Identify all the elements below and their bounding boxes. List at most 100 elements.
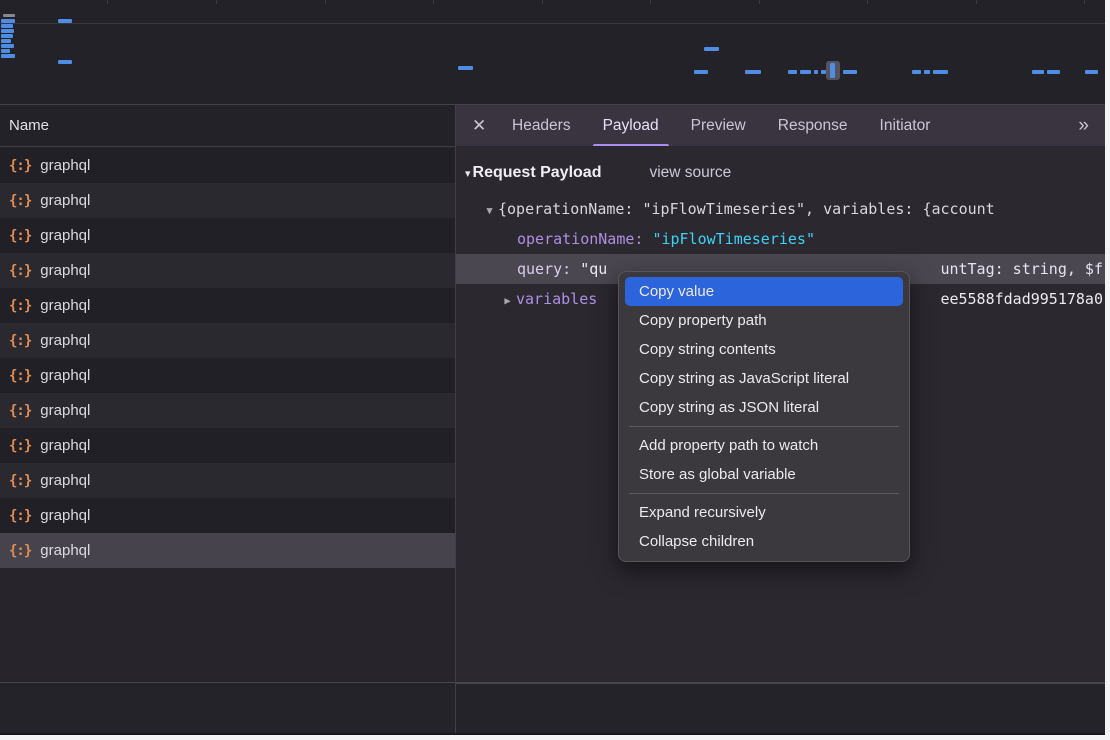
network-request-bar[interactable] — [1, 54, 15, 58]
network-request-bar[interactable] — [1, 34, 13, 38]
network-request-bar[interactable] — [3, 14, 15, 17]
network-request-bar[interactable] — [1, 49, 10, 53]
context-menu-item[interactable] — [629, 493, 899, 494]
network-request-bar[interactable] — [458, 66, 473, 70]
context-menu: Copy value Copy property path Copy strin… — [618, 271, 910, 562]
network-request-bar[interactable] — [814, 70, 818, 74]
section-title: Request Payload — [473, 164, 602, 182]
request-list: {:} graphql {:} graphql {:} graphql — [0, 148, 455, 568]
timeline-lane-divider — [0, 23, 1105, 24]
network-request-bar[interactable] — [1085, 70, 1098, 74]
network-request-bar[interactable] — [912, 70, 921, 74]
request-row[interactable]: {:} graphql — [0, 183, 455, 218]
context-menu-item-label: Copy string as JavaScript literal — [639, 370, 849, 387]
network-request-bar[interactable] — [694, 70, 708, 74]
network-request-bar[interactable] — [58, 60, 72, 64]
network-request-bar[interactable] — [704, 47, 719, 51]
request-payload-section-header[interactable]: ▾ Request Payload view source — [456, 147, 1105, 188]
request-row[interactable]: {:} graphql — [0, 218, 455, 253]
summary-text: {operationName: "ipFlowTimeseries", vari… — [498, 200, 995, 218]
timeline-gridline — [542, 0, 543, 4]
more-tabs-icon[interactable]: » — [1078, 115, 1087, 137]
json-key: variables — [516, 290, 597, 308]
request-row[interactable]: {:} graphql — [0, 393, 455, 428]
json-braces-icon: {:} — [9, 368, 31, 384]
json-braces-icon: {:} — [9, 158, 31, 174]
details-tabs: Headers Payload Preview Response — [512, 105, 1078, 146]
details-footer-area — [456, 683, 1105, 735]
request-row[interactable]: {:} graphql — [0, 288, 455, 323]
section-collapse-icon[interactable]: ▾ — [465, 167, 471, 180]
context-menu-item-label: Expand recursively — [639, 504, 766, 521]
network-main-area: Name {:} graphql {:} graphql {:} — [0, 104, 1105, 735]
json-braces-icon: {:} — [9, 403, 31, 419]
json-key: operationName: — [517, 230, 643, 248]
request-name: graphql — [40, 332, 90, 349]
context-menu-item[interactable]: Store as global variable — [619, 460, 909, 489]
variables-preview-tail: ee5588fdad995178a0 — [940, 284, 1103, 314]
request-name: graphql — [40, 367, 90, 384]
context-menu-item[interactable]: Copy string as JSON literal — [619, 393, 909, 422]
context-menu-item-label: Copy string contents — [639, 341, 776, 358]
request-name: graphql — [40, 542, 90, 559]
request-name: graphql — [40, 157, 90, 174]
request-row[interactable]: {:} graphql — [0, 148, 455, 183]
context-menu-item[interactable]: Expand recursively — [619, 498, 909, 527]
detail-tab[interactable]: Response — [778, 105, 848, 146]
collapsed-arrow-icon[interactable]: ▶ — [499, 286, 516, 314]
request-row[interactable]: {:} graphql — [0, 428, 455, 463]
request-name: graphql — [40, 227, 90, 244]
network-request-bar[interactable] — [58, 19, 72, 23]
timeline-gridline — [433, 0, 434, 4]
json-string-value: "ipFlowTimeseries" — [652, 230, 815, 248]
request-row[interactable]: {:} graphql — [0, 533, 455, 568]
network-overview-timeline[interactable] — [0, 0, 1105, 104]
detail-tab-label: Headers — [512, 117, 571, 135]
network-request-bar[interactable] — [924, 70, 930, 74]
context-menu-item-label: Collapse children — [639, 533, 754, 550]
context-menu-item[interactable] — [629, 426, 899, 427]
detail-tab[interactable]: Payload — [603, 105, 659, 146]
context-menu-item[interactable]: Copy string contents — [619, 335, 909, 364]
context-menu-item[interactable]: Add property path to watch — [619, 431, 909, 460]
column-header-name[interactable]: Name — [0, 105, 455, 147]
network-request-bar[interactable] — [1, 19, 15, 23]
network-request-bar[interactable] — [933, 70, 948, 74]
network-request-bar[interactable] — [1032, 70, 1044, 74]
request-row[interactable]: {:} graphql — [0, 323, 455, 358]
detail-tab[interactable]: Headers — [512, 105, 571, 146]
network-request-bar[interactable] — [1, 44, 14, 48]
context-menu-item[interactable]: Collapse children — [619, 527, 909, 556]
request-row[interactable]: {:} graphql — [0, 358, 455, 393]
request-row[interactable]: {:} graphql — [0, 463, 455, 498]
context-menu-item[interactable]: Copy string as JavaScript literal — [619, 364, 909, 393]
timeline-gridline — [1084, 0, 1085, 4]
timeline-gridline — [216, 0, 217, 4]
network-request-bar[interactable] — [745, 70, 761, 74]
view-source-link[interactable]: view source — [649, 164, 731, 182]
hovered-request-bar[interactable] — [830, 63, 835, 78]
network-request-bar[interactable] — [1, 39, 11, 43]
detail-tab[interactable]: Preview — [691, 105, 746, 146]
request-row[interactable]: {:} graphql — [0, 253, 455, 288]
network-request-bar[interactable] — [1, 24, 13, 28]
detail-tab[interactable]: Initiator — [880, 105, 931, 146]
network-request-bar[interactable] — [1, 29, 14, 33]
request-name: graphql — [40, 402, 90, 419]
context-menu-item[interactable]: Copy value — [625, 277, 903, 306]
expand-arrow-icon[interactable]: ▼ — [481, 196, 498, 224]
close-icon[interactable]: ✕ — [472, 116, 490, 136]
json-braces-icon: {:} — [9, 508, 31, 524]
json-string-value-start: "qu — [580, 260, 607, 278]
context-menu-item[interactable]: Copy property path — [619, 306, 909, 335]
network-request-bar[interactable] — [1047, 70, 1060, 74]
json-braces-icon: {:} — [9, 193, 31, 209]
request-row[interactable]: {:} graphql — [0, 498, 455, 533]
panel-divider[interactable] — [455, 105, 456, 735]
payload-row-operation-name[interactable]: operationName: "ipFlowTimeseries" — [456, 224, 1105, 254]
payload-row-summary[interactable]: ▼{operationName: "ipFlowTimeseries", var… — [456, 194, 1105, 224]
network-request-bar[interactable] — [800, 70, 811, 74]
timeline-gridline — [107, 0, 108, 4]
network-request-bar[interactable] — [788, 70, 797, 74]
network-request-bar[interactable] — [843, 70, 857, 74]
